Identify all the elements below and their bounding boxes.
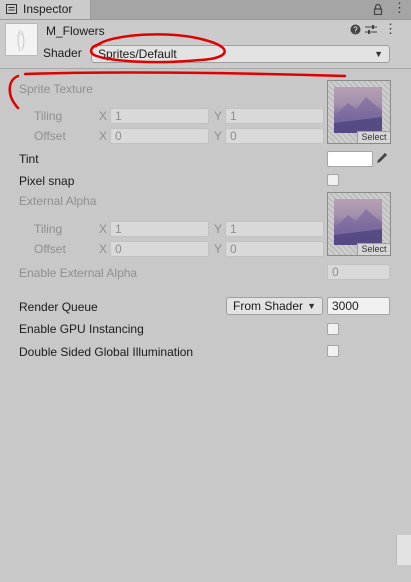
tiling-label: Tiling	[34, 222, 63, 236]
render-queue-option: From Shader	[233, 299, 304, 313]
offset-y-label: Y	[214, 242, 223, 256]
tiling-y-label: Y	[214, 109, 223, 123]
scrollbar-thumb[interactable]	[396, 535, 411, 565]
render-queue-label: Render Queue	[19, 300, 98, 314]
tiling-y-field[interactable]: 1	[225, 108, 324, 124]
mountain-image-icon	[334, 97, 382, 133]
kebab-menu-icon[interactable]: ⋮	[393, 0, 406, 16]
pixel-snap-label: Pixel snap	[19, 174, 75, 188]
ext-tiling-y-field[interactable]: 1	[225, 221, 324, 237]
tab-strip: Inspector ⋮	[0, 0, 411, 20]
sprite-texture-label: Sprite Texture	[19, 82, 93, 96]
double-sided-gi-label: Double Sided Global Illumination	[19, 345, 194, 359]
chevron-down-icon: ▼	[374, 49, 383, 59]
tint-label: Tint	[19, 152, 39, 166]
external-alpha-slot[interactable]: Select	[327, 192, 391, 256]
ext-tiling-x-field[interactable]: 1	[110, 221, 209, 237]
offset-x-label: X	[99, 242, 108, 256]
info-icon	[6, 4, 17, 14]
texture-preview	[334, 199, 382, 245]
material-name: M_Flowers	[46, 24, 105, 38]
ext-offset-y-field[interactable]: 0	[225, 241, 324, 257]
tab-label: Inspector	[23, 2, 73, 16]
tiling-y-label: Y	[214, 222, 223, 236]
ext-offset-x-field[interactable]: 0	[110, 241, 209, 257]
material-header: M_Flowers ? ⋮ Shader Sprites/Default ▼	[0, 20, 411, 69]
render-queue-dropdown[interactable]: From Shader ▼	[226, 297, 323, 315]
chevron-down-icon: ▼	[307, 301, 316, 311]
mountain-image-icon	[334, 209, 382, 245]
offset-label: Offset	[34, 129, 66, 143]
tiling-x-field[interactable]: 1	[110, 108, 209, 124]
material-preview-icon	[16, 29, 25, 52]
kebab-menu-icon[interactable]: ⋮	[384, 21, 397, 37]
lock-icon[interactable]	[373, 4, 383, 15]
offset-y-label: Y	[214, 129, 223, 143]
tiling-x-label: X	[99, 109, 108, 123]
pixel-snap-checkbox[interactable]	[327, 174, 339, 186]
offset-x-field[interactable]: 0	[110, 128, 209, 144]
gpu-instancing-label: Enable GPU Instancing	[19, 322, 144, 336]
tiling-x-label: X	[99, 222, 108, 236]
enable-external-alpha-field[interactable]: 0	[327, 264, 390, 280]
select-button[interactable]: Select	[357, 243, 390, 255]
tint-color-field[interactable]	[327, 151, 373, 167]
tab-inspector[interactable]: Inspector	[0, 0, 91, 19]
offset-x-label: X	[99, 129, 108, 143]
shader-dropdown[interactable]: Sprites/Default ▼	[91, 45, 390, 63]
enable-external-alpha-label: Enable External Alpha	[19, 266, 138, 280]
double-sided-gi-checkbox[interactable]	[327, 345, 339, 357]
sprite-texture-slot[interactable]: Select	[327, 80, 391, 144]
offset-label: Offset	[34, 242, 66, 256]
gpu-instancing-checkbox[interactable]	[327, 323, 339, 335]
sliders-icon[interactable]	[365, 24, 377, 38]
material-thumbnail	[5, 23, 38, 56]
external-alpha-label: External Alpha	[19, 194, 97, 208]
shader-label: Shader	[43, 46, 82, 60]
help-icon[interactable]: ?	[350, 24, 361, 38]
texture-preview	[334, 87, 382, 133]
shader-value: Sprites/Default	[98, 47, 177, 61]
svg-text:?: ?	[353, 26, 358, 35]
offset-y-field[interactable]: 0	[225, 128, 324, 144]
eyedropper-icon[interactable]	[376, 153, 387, 164]
render-queue-value[interactable]: 3000	[327, 297, 390, 315]
select-button[interactable]: Select	[357, 131, 390, 143]
tiling-label: Tiling	[34, 109, 63, 123]
